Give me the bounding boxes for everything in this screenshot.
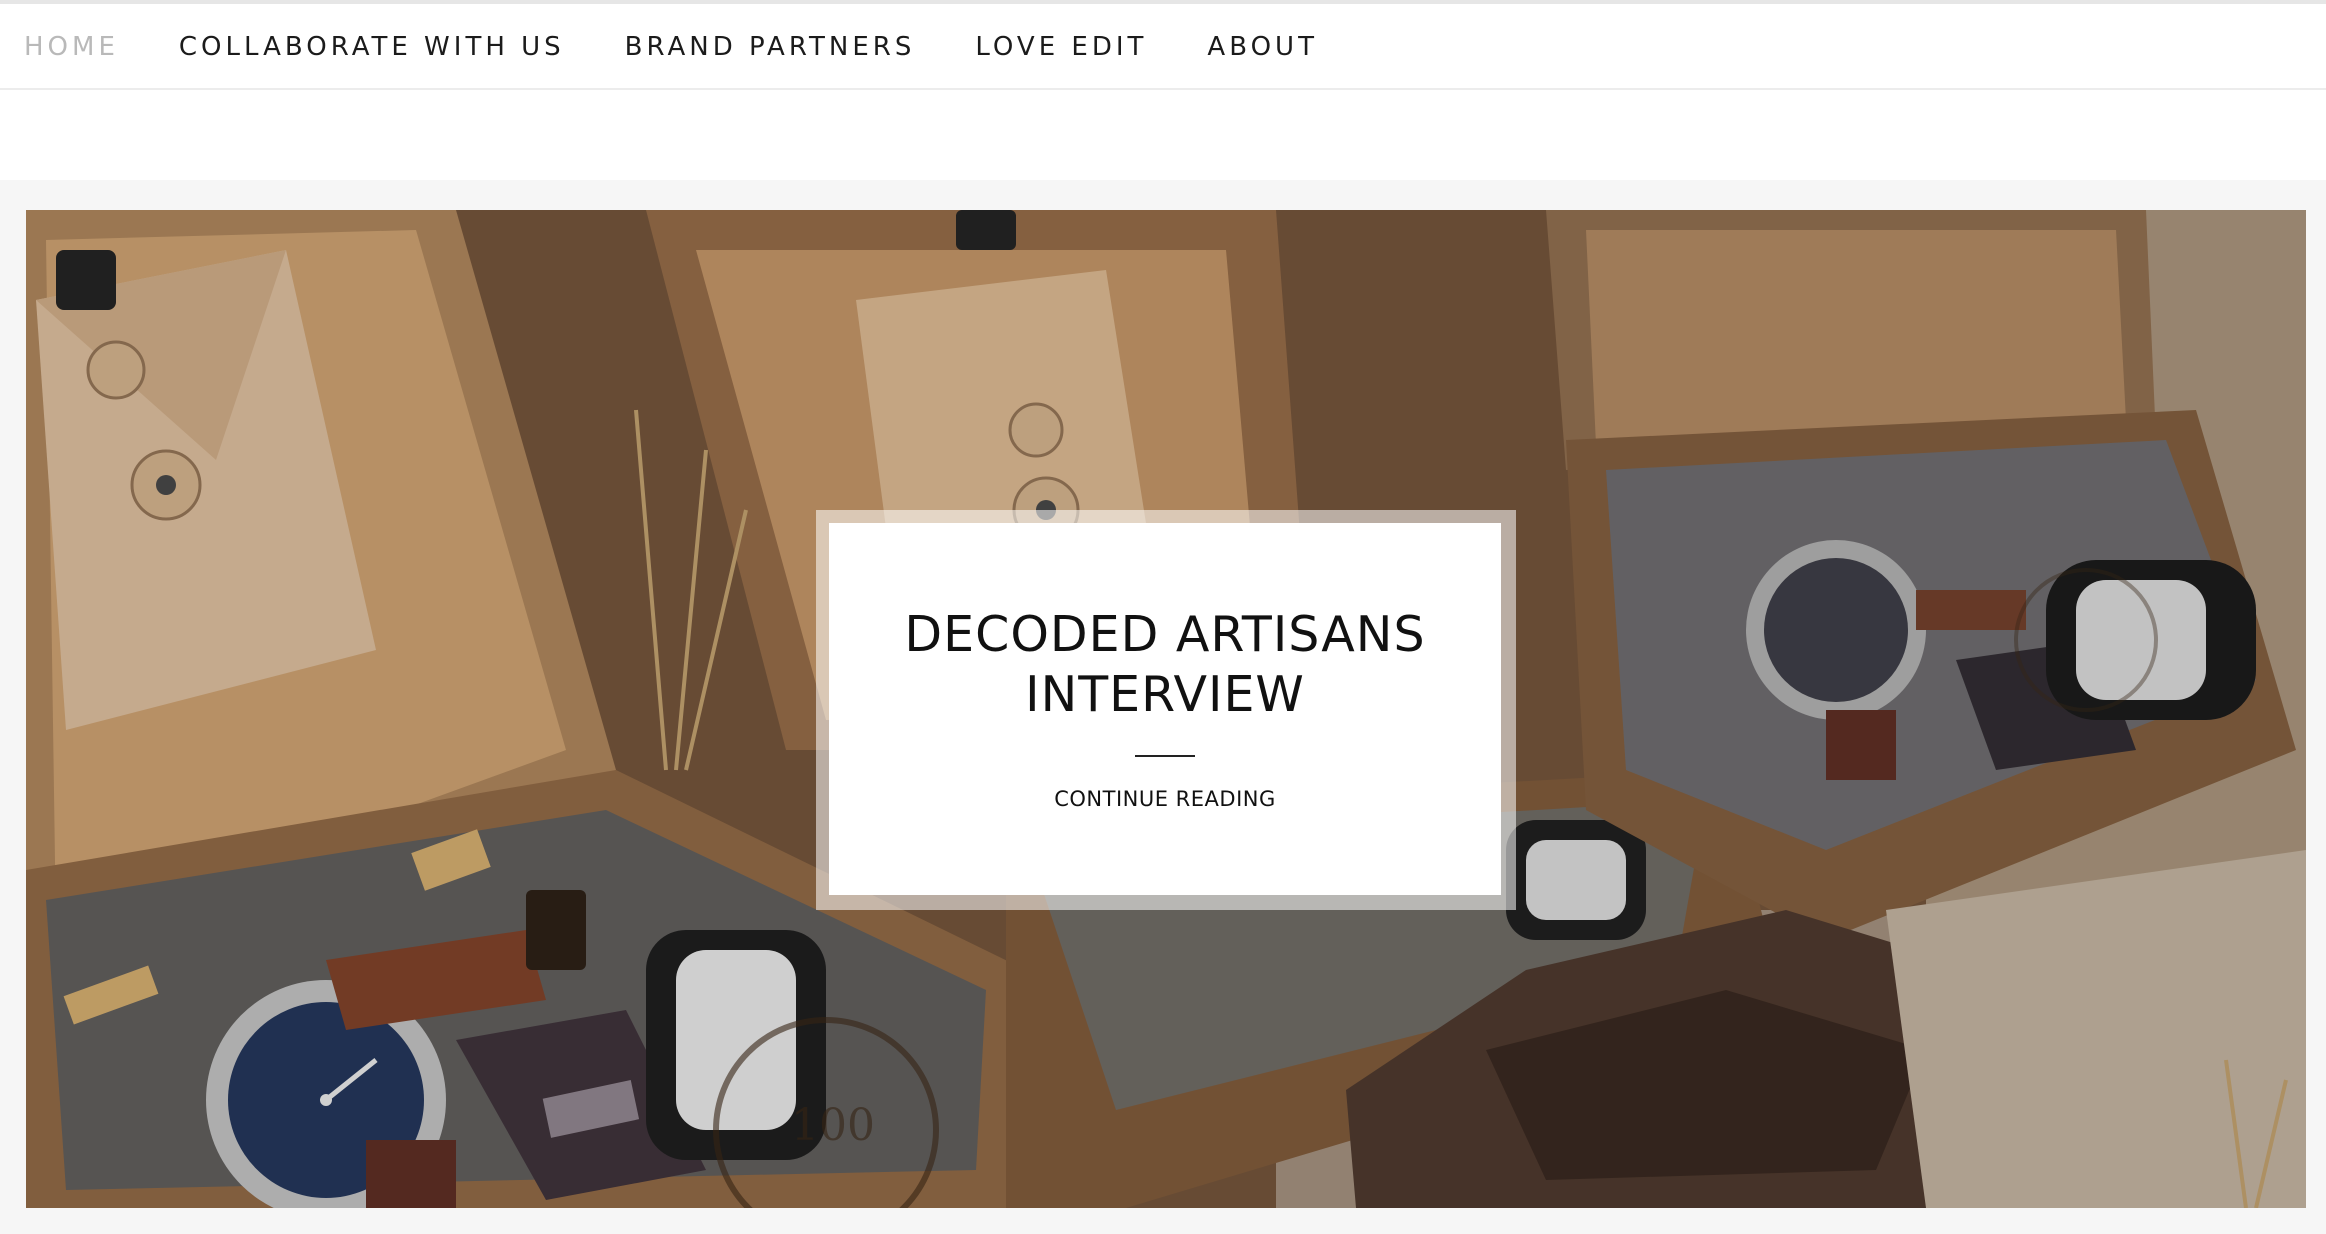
- title-divider: [1135, 755, 1195, 757]
- nav-item-love-edit[interactable]: LOVE EDIT: [975, 32, 1147, 62]
- featured-post-title[interactable]: DECODED ARTISANS INTERVIEW: [829, 605, 1501, 725]
- nav-item-home[interactable]: HOME: [24, 32, 119, 62]
- continue-reading-link[interactable]: CONTINUE READING: [829, 787, 1501, 811]
- featured-post-card[interactable]: DECODED ARTISANS INTERVIEW CONTINUE READ…: [829, 523, 1501, 895]
- nav-item-collaborate[interactable]: COLLABORATE WITH US: [179, 32, 565, 62]
- nav-menu: HOME COLLABORATE WITH US BRAND PARTNERS …: [0, 4, 2326, 90]
- main-navigation: HOME COLLABORATE WITH US BRAND PARTNERS …: [0, 4, 2326, 90]
- nav-item-about[interactable]: ABOUT: [1207, 32, 1318, 62]
- nav-item-brand-partners[interactable]: BRAND PARTNERS: [625, 32, 916, 62]
